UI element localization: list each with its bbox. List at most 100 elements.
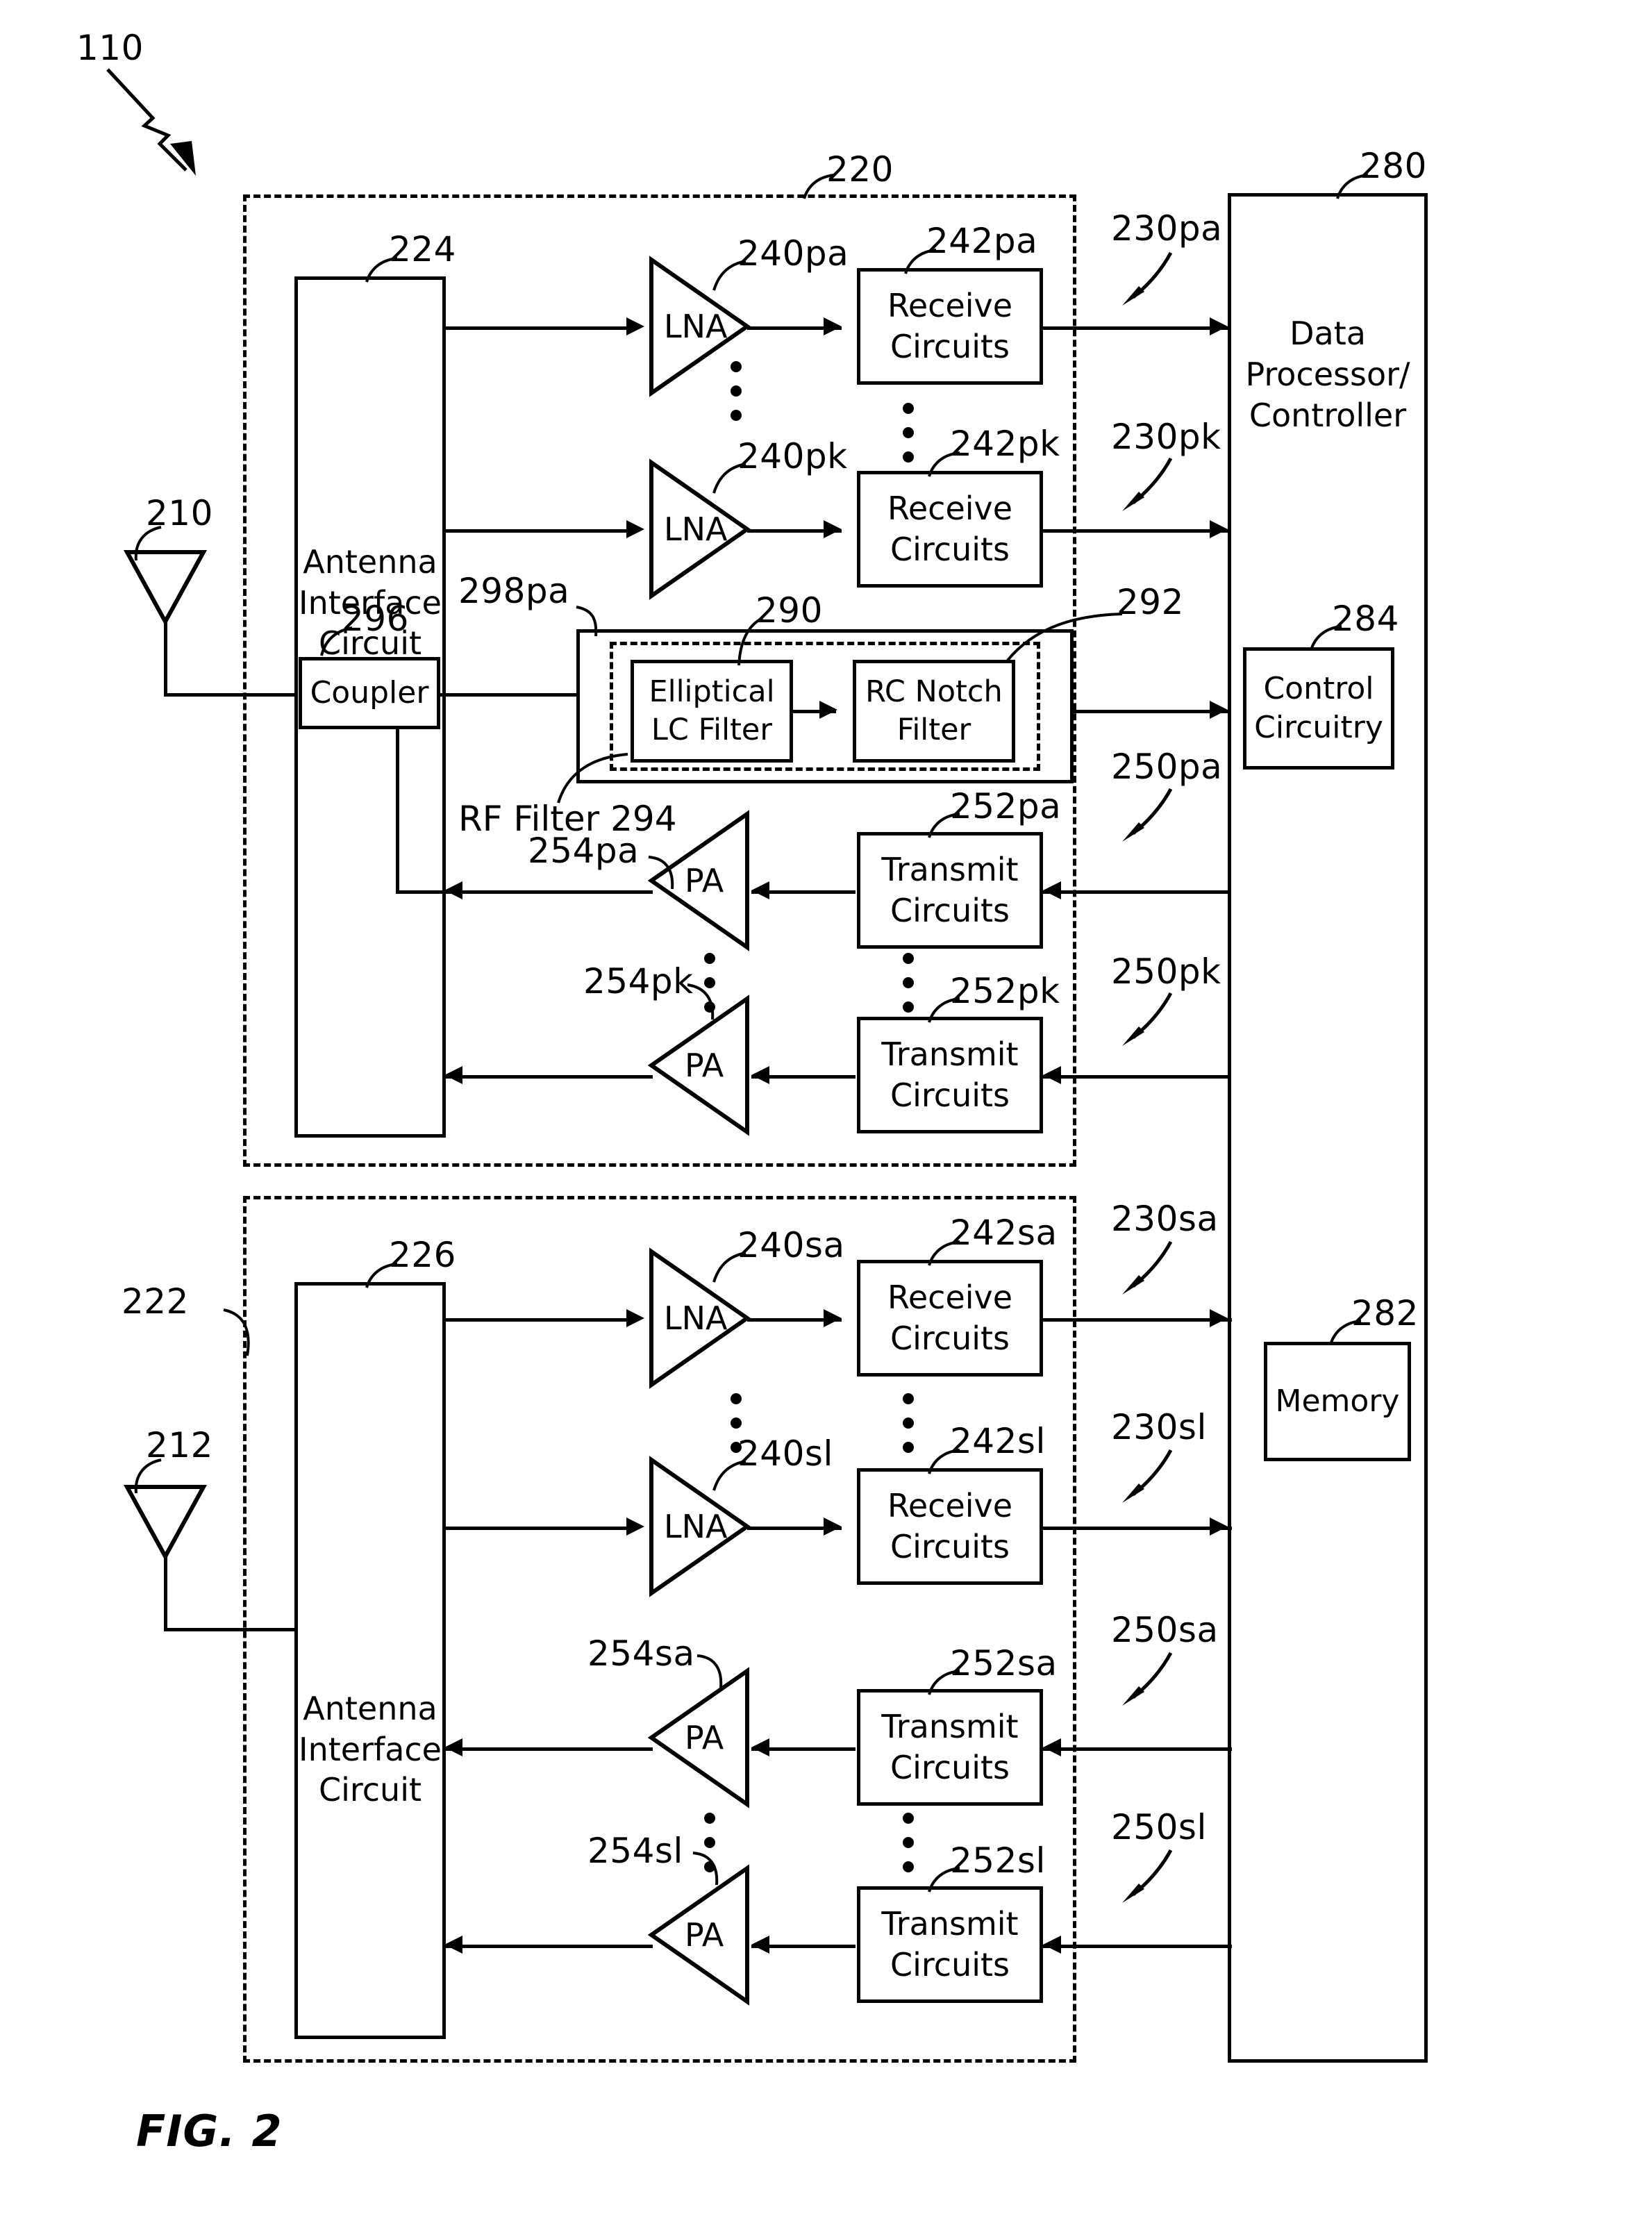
- dsp-to-tx-252sl-line: [1043, 1945, 1232, 1948]
- coupler-block[interactable]: Coupler: [299, 657, 440, 729]
- pa-254pa-out-line: [444, 890, 653, 894]
- rx-242sa-to-dsp-arrow: [1210, 1309, 1228, 1327]
- aic-secondary-line-3: Circuit: [318, 1771, 422, 1809]
- tx-252sa-line-1: Transmit: [881, 1708, 1019, 1746]
- antenna-interface-circuit-secondary[interactable]: Antenna Interface Circuit: [294, 1282, 446, 2039]
- ref-250pa: 250pa: [1111, 747, 1223, 787]
- aic-to-lna-pa-line: [446, 326, 629, 330]
- lna-sa-to-rx-sa-arrow: [824, 1309, 842, 1327]
- leader-250sa-arrow: [1118, 1647, 1180, 1710]
- leader-292: [993, 611, 1125, 667]
- ref-254sl: 254sl: [587, 1831, 683, 1871]
- pa-254sa-out-arrow: [444, 1738, 462, 1756]
- ref-292: 292: [1117, 582, 1184, 622]
- ref-240pk: 240pk: [737, 436, 848, 476]
- ref-230pa: 230pa: [1111, 208, 1223, 249]
- leader-296: [316, 625, 356, 658]
- tx-252pk-line-1: Transmit: [881, 1036, 1019, 1074]
- leader-110-arrow: [104, 66, 257, 177]
- ref-242sl: 242sl: [950, 1421, 1046, 1461]
- rx-242sl-line-2: Circuits: [890, 1528, 1010, 1565]
- aic-to-lna-sa-arrow: [626, 1309, 644, 1327]
- ref-240sa: 240sa: [737, 1225, 845, 1265]
- lna-240pk-label: LNA: [664, 510, 728, 548]
- control-line-1: Control: [1263, 670, 1374, 706]
- rx-242pk-line-1: Receive: [887, 490, 1013, 528]
- aic-to-lna-sa-line: [446, 1318, 629, 1322]
- data-processor-controller[interactable]: Data Processor/ Controller: [1228, 193, 1428, 2063]
- lna-240pa-label: LNA: [664, 308, 728, 345]
- leader-250pa-arrow: [1118, 783, 1180, 846]
- transmit-circuits-252sa[interactable]: Transmit Circuits: [857, 1689, 1043, 1806]
- rc-notch-filter[interactable]: RC Notch Filter: [853, 660, 1015, 763]
- transmit-circuits-252pk[interactable]: Transmit Circuits: [857, 1017, 1043, 1133]
- tx-252pa-line-2: Circuits: [890, 892, 1010, 929]
- rx-242sl-line-1: Receive: [887, 1487, 1013, 1525]
- leader-252sl: [924, 1865, 964, 1895]
- dsp-to-tx-252sl-arrow: [1043, 1936, 1061, 1954]
- transmit-circuits-252pa[interactable]: Transmit Circuits: [857, 832, 1043, 949]
- rx-242pa-line-2: Circuits: [890, 328, 1010, 365]
- antenna-secondary-feed-horizontal: [164, 1628, 303, 1631]
- ref-254sa: 254sa: [587, 1633, 695, 1674]
- control-circuitry[interactable]: Control Circuitry: [1243, 647, 1394, 770]
- rx-242pa-to-dsp-arrow: [1210, 317, 1228, 335]
- receive-circuits-242sl[interactable]: Receive Circuits: [857, 1468, 1043, 1585]
- tx-252pa-line-1: Transmit: [881, 851, 1019, 889]
- ref-254pa: 254pa: [528, 831, 640, 871]
- elliptical-line-1: Elliptical: [649, 674, 775, 709]
- leader-252sa: [924, 1668, 964, 1697]
- rx-column-ellipsis-secondary: [903, 1393, 914, 1453]
- tx-252sa-to-pa-arrow: [751, 1738, 769, 1756]
- tx-column-ellipsis-secondary: [903, 1813, 914, 1872]
- leader-242pk: [924, 450, 964, 479]
- receive-circuits-242sa[interactable]: Receive Circuits: [857, 1260, 1043, 1377]
- ref-250sa: 250sa: [1111, 1610, 1219, 1650]
- rx-242sa-line-1: Receive: [887, 1279, 1013, 1317]
- dsp-to-tx-252pa-line: [1043, 890, 1232, 894]
- pa-254sl-out-line: [444, 1945, 653, 1948]
- receive-circuits-242pa[interactable]: Receive Circuits: [857, 268, 1043, 385]
- ref-242pa: 242pa: [926, 221, 1038, 261]
- tx-252pa-to-pa-arrow: [751, 881, 769, 899]
- aic-to-lna-pa-arrow: [626, 317, 644, 335]
- aic-to-lna-sl-arrow: [626, 1517, 644, 1536]
- coupler-label: Coupler: [310, 674, 429, 710]
- aic-to-lna-pk-arrow: [626, 520, 644, 538]
- aic-to-lna-pk-line: [446, 529, 629, 533]
- ref-252sa: 252sa: [950, 1643, 1058, 1683]
- ref-250pk: 250pk: [1111, 951, 1221, 992]
- antenna-primary-feed-horizontal: [164, 693, 303, 697]
- elliptical-lc-filter[interactable]: Elliptical LC Filter: [631, 660, 793, 763]
- ref-242sa: 242sa: [950, 1213, 1058, 1253]
- leader-240pa: [708, 258, 750, 293]
- control-line-2: Circuitry: [1254, 710, 1383, 745]
- rx-242sl-to-dsp-arrow: [1210, 1517, 1228, 1536]
- coupler-tap-vertical: [396, 726, 399, 892]
- tx-column-ellipsis-primary: [903, 953, 914, 1013]
- pa-254sl-out-arrow: [444, 1936, 462, 1954]
- lna-column-ellipsis-primary: [731, 361, 742, 421]
- leader-250pk-arrow: [1118, 988, 1180, 1050]
- lna-pa-to-rx-pa-arrow: [824, 317, 842, 335]
- tx-252sl-line-2: Circuits: [890, 1946, 1010, 1984]
- leader-242sl: [924, 1447, 964, 1477]
- leader-294: [556, 750, 632, 806]
- memory-block[interactable]: Memory: [1264, 1342, 1411, 1461]
- tx-252sl-line-1: Transmit: [881, 1905, 1019, 1943]
- leader-252pk: [924, 996, 964, 1025]
- rx-242sa-line-2: Circuits: [890, 1320, 1010, 1357]
- leader-230sl-arrow: [1118, 1445, 1180, 1507]
- ref-298pa: 298pa: [458, 571, 570, 611]
- transmit-circuits-252sl[interactable]: Transmit Circuits: [857, 1886, 1043, 2003]
- receive-circuits-242pk[interactable]: Receive Circuits: [857, 471, 1043, 588]
- aic-primary-line-1: Antenna: [303, 542, 437, 581]
- leader-280: [1332, 172, 1374, 201]
- pa-254sa-label: PA: [685, 1719, 724, 1756]
- rf-filter-to-control-arrow: [1210, 701, 1228, 719]
- ref-230sl: 230sl: [1111, 1407, 1207, 1447]
- leader-284: [1305, 624, 1346, 653]
- dsp-to-tx-252pk-arrow: [1043, 1066, 1061, 1084]
- coupler-to-rf-filter-line: [440, 693, 597, 697]
- leader-242pa: [900, 247, 940, 276]
